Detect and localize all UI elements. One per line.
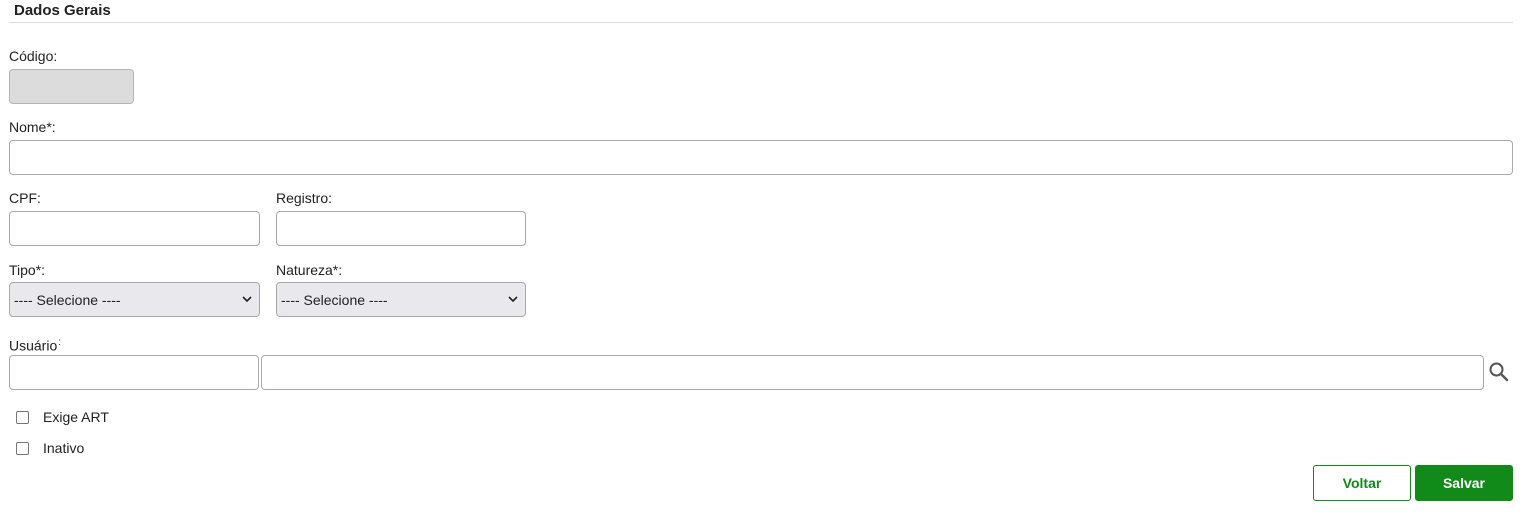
natureza-select[interactable]: ---- Selecione ---- [276,282,526,317]
chevron-down-icon [241,294,253,306]
codigo-label: Código: [9,48,58,64]
search-button[interactable] [1488,361,1510,383]
search-icon [1489,362,1509,382]
chevron-down-icon [507,294,519,306]
registro-label: Registro: [276,190,333,206]
inativo-row: Inativo [16,440,84,456]
tipo-select[interactable]: ---- Selecione ---- [9,282,260,317]
usuario-code-field[interactable] [9,355,259,390]
natureza-label: Natureza*: [276,262,343,278]
exige-art-label: Exige ART [43,409,109,425]
section-divider [9,22,1513,23]
tipo-label: Tipo*: [9,262,46,278]
usuario-label-text: Usuário [9,337,58,354]
section-title: Dados Gerais [14,2,111,19]
save-button[interactable]: Salvar [1415,465,1513,501]
codigo-field [9,69,134,104]
usuario-label-suffix: : [58,337,62,348]
cpf-field[interactable] [9,211,260,246]
tipo-select-value: ---- Selecione ---- [14,291,121,308]
usuario-name-field[interactable] [261,355,1484,390]
inativo-label: Inativo [43,440,85,456]
natureza-select-value: ---- Selecione ---- [281,291,388,308]
exige-art-checkbox[interactable] [16,410,29,424]
registro-field[interactable] [276,211,526,246]
nome-field[interactable] [9,140,1513,175]
exige-art-row: Exige ART [16,409,109,425]
nome-label: Nome*: [9,119,56,135]
back-button[interactable]: Voltar [1313,465,1411,501]
usuario-label: Usuário: [9,335,61,354]
cpf-label: CPF: [9,190,41,206]
inativo-checkbox[interactable] [16,441,29,455]
